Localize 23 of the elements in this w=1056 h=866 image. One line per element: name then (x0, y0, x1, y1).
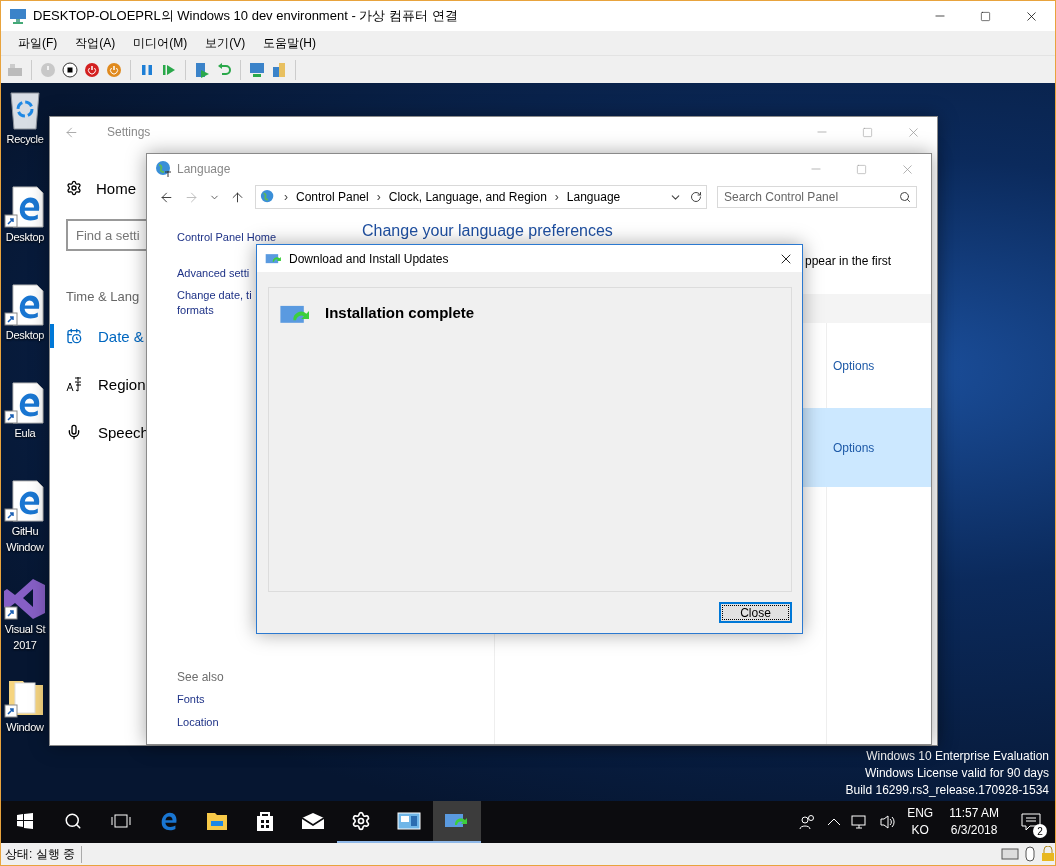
nav-label: Date & (98, 327, 144, 345)
window-title: Language (177, 162, 232, 176)
see-also-label: See also (177, 670, 225, 684)
window-title: DESKTOP-OLOEPRL의 Windows 10 dev environment - 가상 컴퓨터 연결 (33, 7, 459, 25)
desktop-icon-label: Desktop (5, 230, 45, 245)
notification-count-badge: 2 (1033, 824, 1047, 838)
dialog-title: Download and Install Updates (289, 251, 450, 266)
desktop-icon-label: Eula (14, 426, 36, 441)
desktop-icon-label: Desktop (5, 328, 45, 343)
description-text: ppear in the first (805, 254, 893, 268)
status-text: 상태: 실행 중 (5, 845, 82, 863)
watermark-text: Windows 10 Enterprise Evaluation (866, 748, 1049, 765)
page-heading: Change your language preferences (362, 222, 614, 241)
section-title: Time & Lang (66, 289, 140, 304)
watermark-text: Windows License valid for 90 days (864, 765, 1049, 782)
window-title: Settings (107, 125, 152, 139)
desktop-icon-label: GitHu Window (6, 524, 44, 555)
desktop-icon-label: Visual St 2017 (4, 622, 46, 653)
status-message: Installation complete (325, 304, 475, 321)
nav-label: Region (98, 375, 146, 393)
desktop-icon-label: Window (6, 720, 44, 735)
watermark-text: Build 16299.rs3_release.170928-1534 (845, 782, 1049, 799)
desktop-icon-label: Recycle (6, 132, 44, 147)
